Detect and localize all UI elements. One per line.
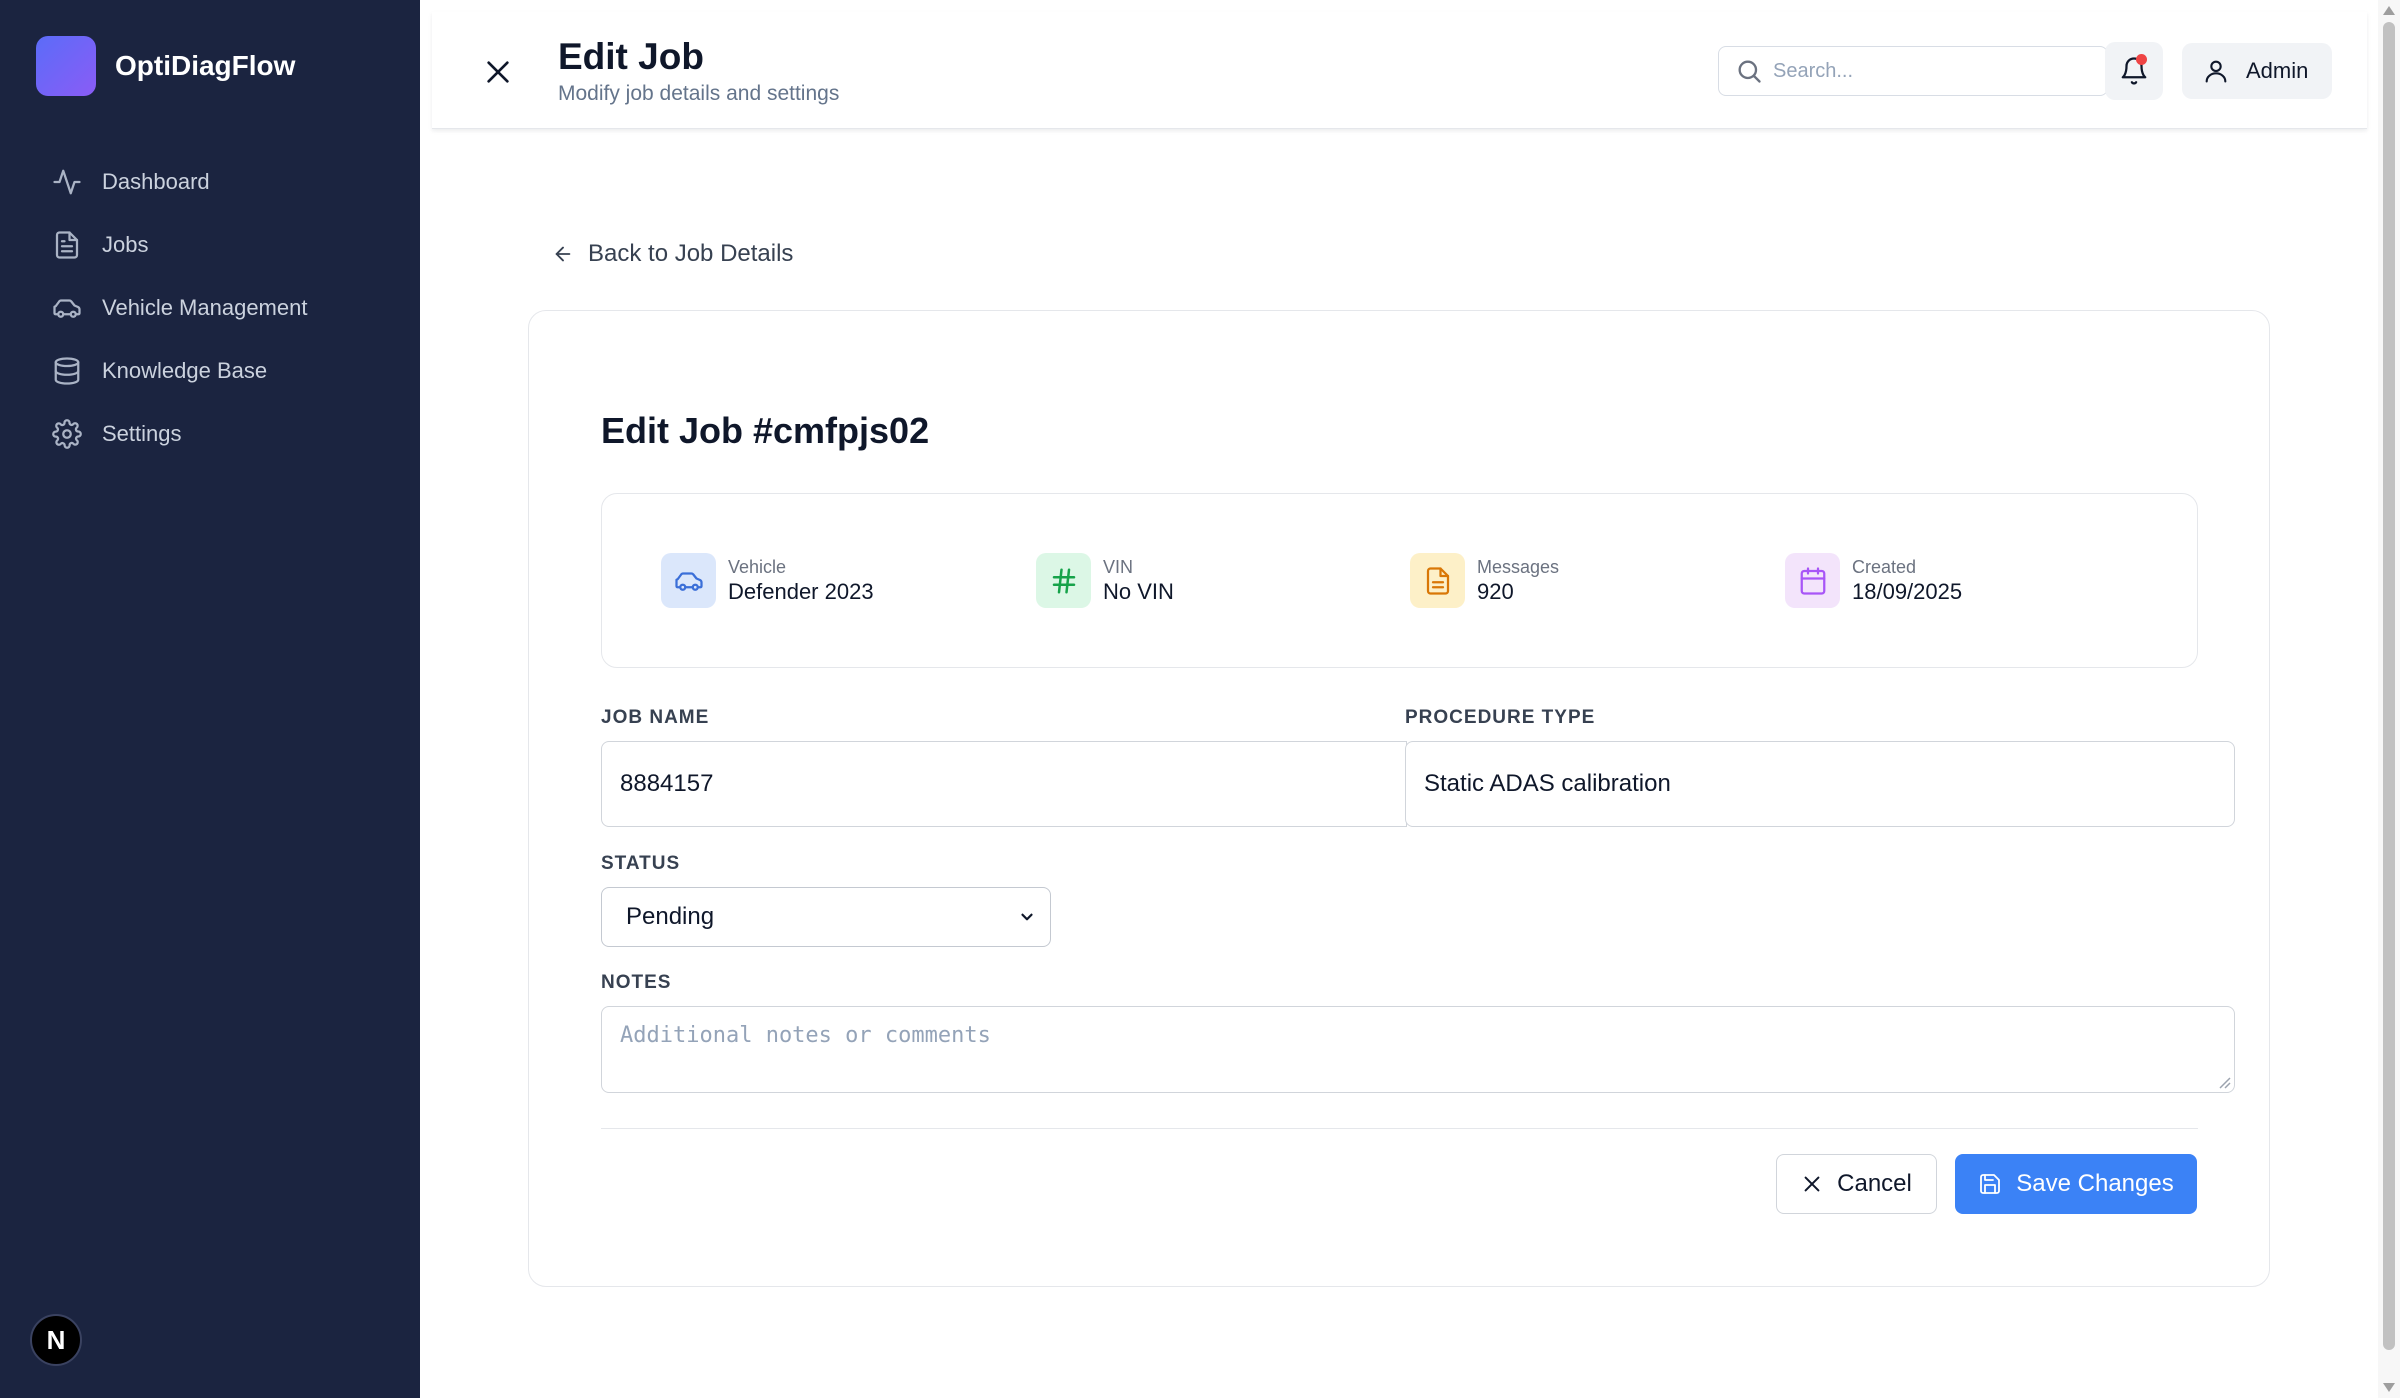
- close-icon: [1804, 1176, 1820, 1192]
- info-vin-value: No VIN: [1103, 578, 1174, 604]
- arrow-left-icon: [555, 246, 571, 262]
- notes-label: NOTES: [601, 972, 672, 993]
- calendar-icon: [1785, 553, 1840, 608]
- edit-job-title: Edit Job #cmfpjs02: [601, 410, 930, 451]
- sidebar: OptiDiagFlow Dashboard Jobs Vehicle Mana…: [0, 0, 420, 1398]
- scroll-thumb[interactable]: [2383, 22, 2395, 1350]
- procedure-type-input[interactable]: Static ADAS calibration: [1405, 741, 2235, 827]
- sidebar-item-label: Dashboard: [102, 168, 210, 194]
- status-label: STATUS: [601, 853, 681, 874]
- close-icon: [487, 61, 509, 83]
- chevron-down-icon: [1021, 913, 1033, 921]
- sidebar-nav: Dashboard Jobs Vehicle Management Knowle…: [52, 150, 307, 465]
- notes-placeholder: Additional notes or comments: [620, 1023, 991, 1048]
- back-link-label: Back to Job Details: [588, 240, 794, 267]
- save-icon: [1980, 1174, 2001, 1194]
- search-box: [1718, 46, 2108, 96]
- top-header: Edit Job Modify job details and settings…: [432, 12, 2367, 129]
- scroll-down-arrow-icon[interactable]: [2383, 1383, 2395, 1392]
- search-icon: [1738, 60, 1761, 83]
- cancel-label: Cancel: [1837, 1170, 1912, 1197]
- procedure-type-label: PROCEDURE TYPE: [1405, 707, 1596, 728]
- search-input[interactable]: [1773, 59, 2073, 83]
- form-divider: [601, 1128, 2198, 1129]
- activity-icon: [52, 167, 82, 197]
- info-vin-label: VIN: [1103, 556, 1134, 577]
- resize-grip-icon[interactable]: [2217, 1075, 2231, 1089]
- page-title: Edit Job: [558, 36, 704, 77]
- car-icon: [661, 553, 716, 608]
- info-vehicle-value: Defender 2023: [728, 578, 874, 604]
- brand-logo: [36, 36, 96, 96]
- save-label: Save Changes: [2016, 1170, 2174, 1197]
- notification-dot: [2136, 54, 2147, 65]
- user-menu-button[interactable]: Admin: [2182, 43, 2332, 99]
- info-vehicle: Vehicle Defender 2023: [661, 553, 874, 608]
- sidebar-item-label: Jobs: [102, 231, 149, 257]
- sidebar-item-jobs[interactable]: Jobs: [52, 213, 307, 276]
- info-created-label: Created: [1852, 556, 1917, 577]
- car-icon: [52, 293, 82, 323]
- file-text-icon: [1410, 553, 1465, 608]
- job-name-input[interactable]: 8884157: [601, 741, 1407, 827]
- gear-icon: [52, 418, 82, 449]
- database-icon: [52, 356, 82, 386]
- sidebar-item-label: Knowledge Base: [102, 357, 268, 383]
- file-text-icon: [52, 230, 82, 260]
- user-icon: [2205, 60, 2227, 83]
- scroll-up-arrow-icon[interactable]: [2383, 6, 2395, 15]
- sidebar-item-label: Vehicle Management: [102, 294, 308, 320]
- job-name-label: JOB NAME: [601, 707, 710, 728]
- info-vehicle-label: Vehicle: [728, 556, 787, 577]
- page-scrollbar[interactable]: [2378, 0, 2400, 1398]
- status-select[interactable]: Pending: [601, 887, 1051, 947]
- info-created: Created 18/09/2025: [1785, 553, 1962, 608]
- cancel-button[interactable]: Cancel: [1776, 1154, 1937, 1214]
- sidebar-item-knowledge-base[interactable]: Knowledge Base: [52, 339, 307, 402]
- notifications-button[interactable]: [2105, 42, 2163, 100]
- status-selected-value: Pending: [626, 903, 715, 930]
- close-button[interactable]: [482, 56, 514, 88]
- save-changes-button[interactable]: Save Changes: [1955, 1154, 2197, 1214]
- sidebar-item-vehicle-management[interactable]: Vehicle Management: [52, 276, 307, 339]
- sidebar-item-label: Settings: [102, 420, 182, 446]
- hash-icon: [1036, 553, 1091, 608]
- back-to-job-details-link[interactable]: Back to Job Details: [552, 240, 793, 268]
- framework-badge[interactable]: N: [30, 1314, 82, 1366]
- page-subtitle: Modify job details and settings: [558, 82, 840, 105]
- brand-name: OptiDiagFlow: [115, 50, 296, 81]
- notes-textarea[interactable]: Additional notes or comments: [601, 1006, 2235, 1093]
- sidebar-item-settings[interactable]: Settings: [52, 402, 307, 465]
- info-messages-value: 920: [1477, 578, 1514, 604]
- info-created-value: 18/09/2025: [1852, 578, 1963, 604]
- info-messages-label: Messages: [1477, 556, 1560, 577]
- brand[interactable]: OptiDiagFlow: [36, 36, 295, 96]
- info-messages: Messages 920: [1410, 553, 1559, 608]
- info-vin: VIN No VIN: [1036, 553, 1174, 608]
- sidebar-item-dashboard[interactable]: Dashboard: [52, 150, 307, 213]
- user-label: Admin: [2246, 58, 2309, 83]
